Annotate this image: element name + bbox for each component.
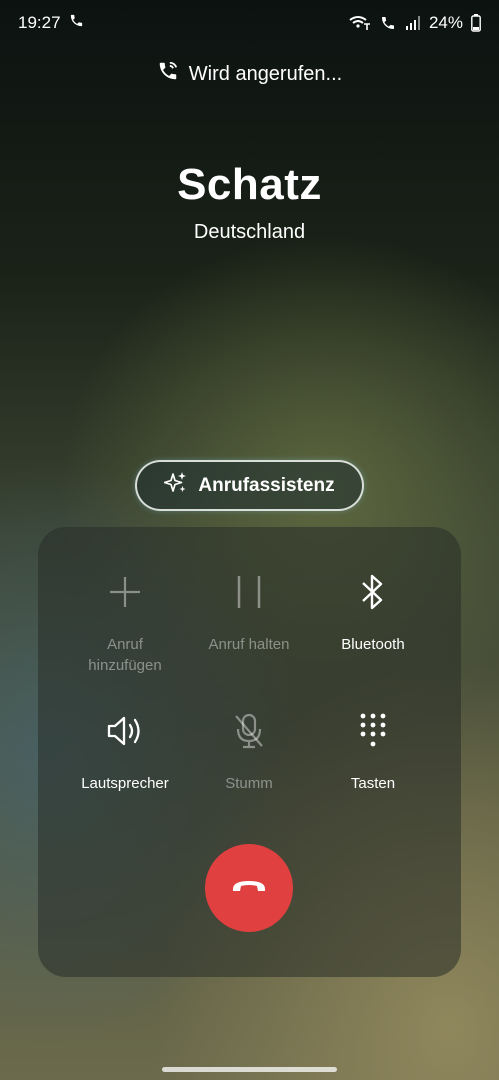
hold-call-label: Anruf halten — [208, 636, 290, 653]
battery-level: 24% — [428, 13, 463, 32]
call-controls-panel: Anruf hinzufügen Anruf halten Bluetooth … — [38, 527, 461, 977]
pause-icon — [236, 572, 262, 612]
speaker-icon — [106, 711, 144, 751]
call-status-text: Wird angerufen... — [188, 62, 343, 85]
speaker-label: Lautsprecher — [81, 775, 169, 792]
home-indicator[interactable] — [162, 1067, 337, 1072]
mute-button[interactable]: Stumm — [184, 711, 314, 794]
keypad-label: Tasten — [350, 775, 396, 792]
hang-up-icon — [231, 878, 267, 899]
plus-icon — [108, 572, 142, 612]
mute-label: Stumm — [225, 775, 273, 792]
bluetooth-label: Bluetooth — [341, 636, 405, 653]
speaker-button[interactable]: Lautsprecher — [60, 711, 190, 794]
status-bar: 19:27 24% — [0, 0, 499, 46]
status-time: 19:27 — [18, 13, 61, 32]
end-call-button[interactable] — [205, 844, 293, 932]
bluetooth-icon — [360, 572, 386, 612]
add-call-label: Anruf hinzufügen — [88, 636, 162, 674]
mic-off-icon — [232, 711, 266, 751]
wifi-calling-icon — [349, 15, 371, 31]
status-left: 19:27 — [18, 13, 84, 33]
call-assistant-button[interactable]: Anrufassistenz — [135, 460, 364, 511]
keypad-button[interactable]: Tasten — [308, 711, 438, 794]
add-call-button[interactable]: Anruf hinzufügen — [60, 572, 190, 676]
keypad-icon — [358, 711, 388, 751]
bluetooth-button[interactable]: Bluetooth — [308, 572, 438, 655]
status-right: 24% — [349, 13, 481, 33]
hold-call-button[interactable]: Anruf halten — [184, 572, 314, 655]
wifi-call-icon — [157, 60, 179, 88]
call-active-icon — [69, 13, 84, 33]
battery-icon — [471, 14, 481, 32]
contact-location: Deutschland — [193, 221, 306, 243]
signal-icon — [405, 15, 421, 31]
volte-icon — [379, 15, 397, 31]
sparkle-icon — [164, 471, 188, 501]
contact-name: Schatz — [177, 160, 322, 209]
call-status: Wird angerufen... — [0, 60, 499, 88]
call-assistant-label: Anrufassistenz — [198, 474, 335, 496]
